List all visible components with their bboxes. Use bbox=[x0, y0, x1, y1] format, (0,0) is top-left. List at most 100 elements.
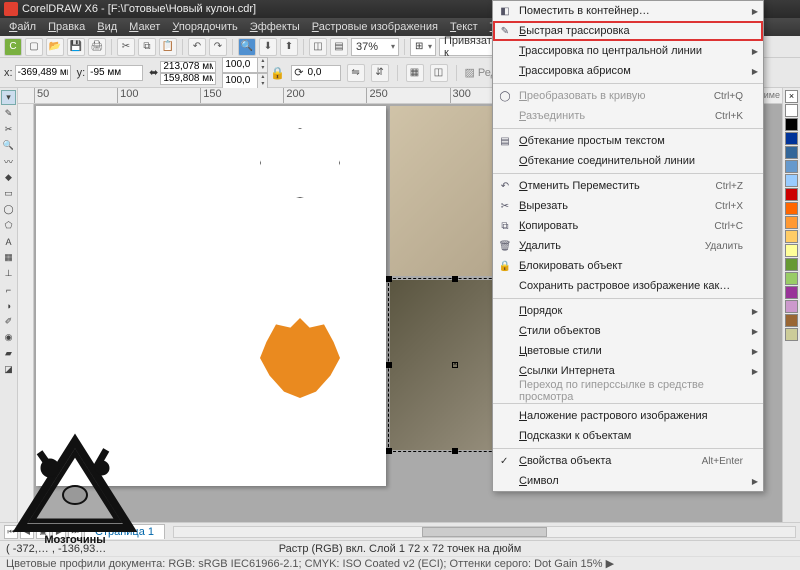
dimension-tool[interactable]: ⊥ bbox=[1, 266, 16, 281]
handle-nw[interactable] bbox=[386, 276, 392, 282]
scale-y-spin[interactable]: ▴▾ bbox=[222, 73, 268, 89]
handle-s[interactable] bbox=[452, 448, 458, 454]
import-button[interactable]: ⬇ bbox=[259, 38, 277, 56]
rotation-spin[interactable]: ⟳ bbox=[291, 65, 340, 81]
eyedropper-tool[interactable]: ✐ bbox=[1, 314, 16, 329]
pos-x-input[interactable] bbox=[15, 65, 71, 81]
menu-item[interactable]: Трассировка по центральной линии▶ bbox=[493, 41, 763, 61]
polygon-tool[interactable]: ⬠ bbox=[1, 218, 16, 233]
undo-button[interactable]: ↶ bbox=[188, 38, 206, 56]
menu-item[interactable]: Сохранить растровое изображение как… bbox=[493, 276, 763, 296]
app-launcher-button[interactable]: ◫ bbox=[309, 38, 327, 56]
save-button[interactable]: 💾 bbox=[67, 38, 85, 56]
color-swatch[interactable] bbox=[785, 300, 798, 313]
color-swatch[interactable] bbox=[785, 146, 798, 159]
mirror-v-button[interactable]: ⇵ bbox=[371, 64, 389, 82]
fill-tool[interactable]: ▰ bbox=[1, 346, 16, 361]
color-swatch[interactable] bbox=[785, 258, 798, 271]
outline-tool[interactable]: ◉ bbox=[1, 330, 16, 345]
zoom-select[interactable]: 37% bbox=[351, 38, 399, 56]
shape-tool[interactable]: ✎ bbox=[1, 106, 16, 121]
menu-item[interactable]: Стили объектов▶ bbox=[493, 321, 763, 341]
menu-item[interactable]: ⧉КопироватьCtrl+C bbox=[493, 216, 763, 236]
connector-tool[interactable]: ⌐ bbox=[1, 282, 16, 297]
ellipse-tool[interactable]: ◯ bbox=[1, 202, 16, 217]
color-swatch[interactable] bbox=[785, 286, 798, 299]
bitmap-button-2[interactable]: ◫ bbox=[430, 64, 448, 82]
export-button[interactable]: ⬆ bbox=[280, 38, 298, 56]
copy-button[interactable]: ⧉ bbox=[138, 38, 156, 56]
table-tool[interactable]: ▦ bbox=[1, 250, 16, 265]
width-input[interactable] bbox=[160, 61, 216, 73]
menu-Растровые изображения[interactable]: Растровые изображения bbox=[307, 19, 443, 35]
cut-button[interactable]: ✂ bbox=[117, 38, 135, 56]
crop-tool[interactable]: ✂ bbox=[1, 122, 16, 137]
paste-button[interactable]: 📋 bbox=[159, 38, 177, 56]
menu-Текст[interactable]: Текст bbox=[445, 19, 483, 35]
menu-item[interactable]: ✂ВырезатьCtrl+X bbox=[493, 196, 763, 216]
lock-ratio-icon[interactable]: 🔒 bbox=[270, 66, 285, 80]
menu-item[interactable]: Подсказки к объектам bbox=[493, 426, 763, 446]
menu-item[interactable]: Ссылки Интернета▶ bbox=[493, 361, 763, 381]
menu-item[interactable]: Порядок▶ bbox=[493, 301, 763, 321]
rectangle-tool[interactable]: ▭ bbox=[1, 186, 16, 201]
freehand-tool[interactable]: 〰 bbox=[1, 154, 16, 169]
color-swatch[interactable] bbox=[785, 188, 798, 201]
new-button[interactable]: ▢ bbox=[25, 38, 43, 56]
menu-item[interactable]: Обтекание соединительной линии bbox=[493, 151, 763, 171]
app-button[interactable]: C bbox=[4, 38, 22, 56]
pos-y-input[interactable] bbox=[87, 65, 143, 81]
menu-item[interactable]: 🗑УдалитьУдалить bbox=[493, 236, 763, 256]
color-swatch[interactable] bbox=[785, 160, 798, 173]
zoom-tool[interactable]: 🔍 bbox=[1, 138, 16, 153]
color-swatch[interactable] bbox=[785, 202, 798, 215]
menu-Упорядочить[interactable]: Упорядочить bbox=[167, 19, 242, 35]
mirror-h-button[interactable]: ⇋ bbox=[347, 64, 365, 82]
menu-item[interactable]: 🔒Блокировать объект bbox=[493, 256, 763, 276]
menu-item[interactable]: ◧Поместить в контейнер…▶ bbox=[493, 1, 763, 21]
menu-Правка[interactable]: Правка bbox=[43, 19, 90, 35]
scroll-thumb[interactable] bbox=[422, 527, 546, 537]
menu-Эффекты[interactable]: Эффекты bbox=[245, 19, 305, 35]
handle-center[interactable]: × bbox=[452, 362, 458, 368]
bitmap-button-1[interactable]: ▦ bbox=[406, 64, 424, 82]
color-swatch[interactable] bbox=[785, 118, 798, 131]
height-input[interactable] bbox=[160, 73, 216, 85]
menu-item[interactable]: ✓Свойства объектаAlt+Enter bbox=[493, 451, 763, 471]
color-swatch[interactable] bbox=[785, 244, 798, 257]
handle-sw[interactable] bbox=[386, 448, 392, 454]
menu-item[interactable]: ↶Отменить ПереместитьCtrl+Z bbox=[493, 176, 763, 196]
menu-Файл[interactable]: Файл bbox=[4, 19, 41, 35]
color-swatch[interactable] bbox=[785, 314, 798, 327]
no-fill-swatch[interactable]: × bbox=[785, 90, 798, 103]
handle-n[interactable] bbox=[452, 276, 458, 282]
menu-item[interactable]: ▤Обтекание простым текстом bbox=[493, 131, 763, 151]
color-swatch[interactable] bbox=[785, 216, 798, 229]
color-swatch[interactable] bbox=[785, 104, 798, 117]
color-swatch[interactable] bbox=[785, 174, 798, 187]
menu-Вид[interactable]: Вид bbox=[92, 19, 122, 35]
handle-w[interactable] bbox=[386, 362, 392, 368]
smart-fill-tool[interactable]: ◆ bbox=[1, 170, 16, 185]
horizontal-scrollbar[interactable]: ш bbox=[173, 526, 796, 538]
color-swatch[interactable] bbox=[785, 132, 798, 145]
menu-Макет[interactable]: Макет bbox=[124, 19, 165, 35]
open-button[interactable]: 📂 bbox=[46, 38, 64, 56]
menu-item[interactable]: Трассировка абрисом▶ bbox=[493, 61, 763, 81]
scale-x-spin[interactable]: ▴▾ bbox=[222, 57, 268, 73]
snap-icon-select[interactable]: ⊞ bbox=[410, 38, 436, 56]
color-swatch[interactable] bbox=[785, 230, 798, 243]
color-swatch[interactable] bbox=[785, 272, 798, 285]
pick-tool[interactable]: ▾ bbox=[1, 90, 16, 105]
menu-item[interactable]: ✎Быстрая трассировка bbox=[493, 21, 763, 41]
redo-button[interactable]: ↷ bbox=[209, 38, 227, 56]
print-button[interactable]: 🖨 bbox=[88, 38, 106, 56]
color-swatch[interactable] bbox=[785, 328, 798, 341]
search-button[interactable]: 🔍 bbox=[238, 38, 256, 56]
menu-item[interactable]: Символ▶ bbox=[493, 471, 763, 491]
menu-item[interactable]: Наложение растрового изображения bbox=[493, 406, 763, 426]
effects-tool[interactable]: ◑ bbox=[1, 298, 16, 313]
menu-item[interactable]: Цветовые стили▶ bbox=[493, 341, 763, 361]
welcome-button[interactable]: ▤ bbox=[330, 38, 348, 56]
interactive-fill-tool[interactable]: ◪ bbox=[1, 362, 16, 377]
